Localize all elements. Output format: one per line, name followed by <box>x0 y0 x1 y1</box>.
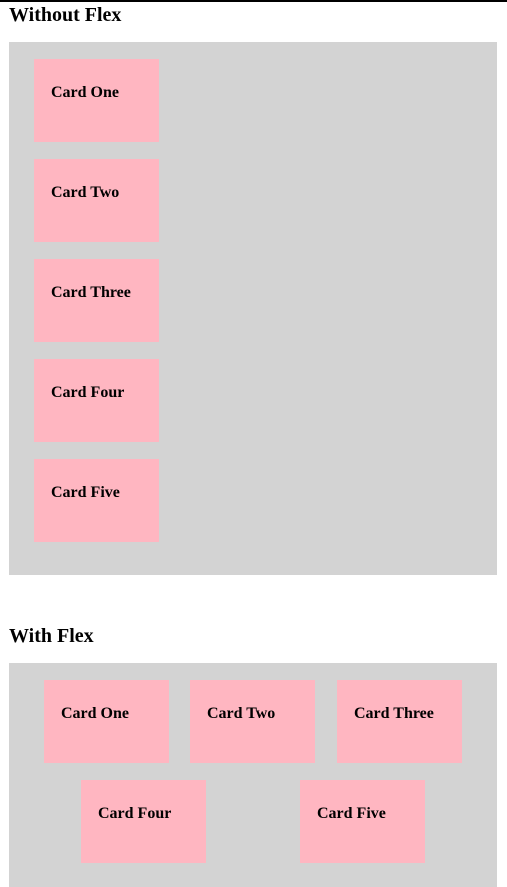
card-five: Card Five <box>300 780 425 863</box>
section-title-with-flex: With Flex <box>9 625 94 647</box>
card-title: Card One <box>61 705 129 722</box>
page: Without Flex Card One Card Two Card Thre… <box>0 0 507 887</box>
card-title: Card Two <box>51 184 120 201</box>
card-title: Card Five <box>317 805 386 822</box>
card-title: Card One <box>51 84 119 101</box>
card-one: Card One <box>44 680 169 763</box>
card-two: Card Two <box>190 680 315 763</box>
card-title: Card Four <box>98 805 172 822</box>
card-title: Card Three <box>51 284 131 301</box>
card-title: Card Three <box>354 705 434 722</box>
container-without-flex: Card One Card Two Card Three Card Four C… <box>9 42 497 575</box>
card-title: Card Two <box>207 705 276 722</box>
top-divider <box>0 0 507 2</box>
card-three: Card Three <box>337 680 462 763</box>
card-three: Card Three <box>34 259 159 342</box>
card-title: Card Five <box>51 484 120 501</box>
card-one: Card One <box>34 59 159 142</box>
container-with-flex: Card One Card Two Card Three Card Four C… <box>9 663 497 887</box>
card-four: Card Four <box>81 780 206 863</box>
card-two: Card Two <box>34 159 159 242</box>
card-four: Card Four <box>34 359 159 442</box>
card-title: Card Four <box>51 384 125 401</box>
card-five: Card Five <box>34 459 159 542</box>
section-title-without-flex: Without Flex <box>9 4 122 26</box>
